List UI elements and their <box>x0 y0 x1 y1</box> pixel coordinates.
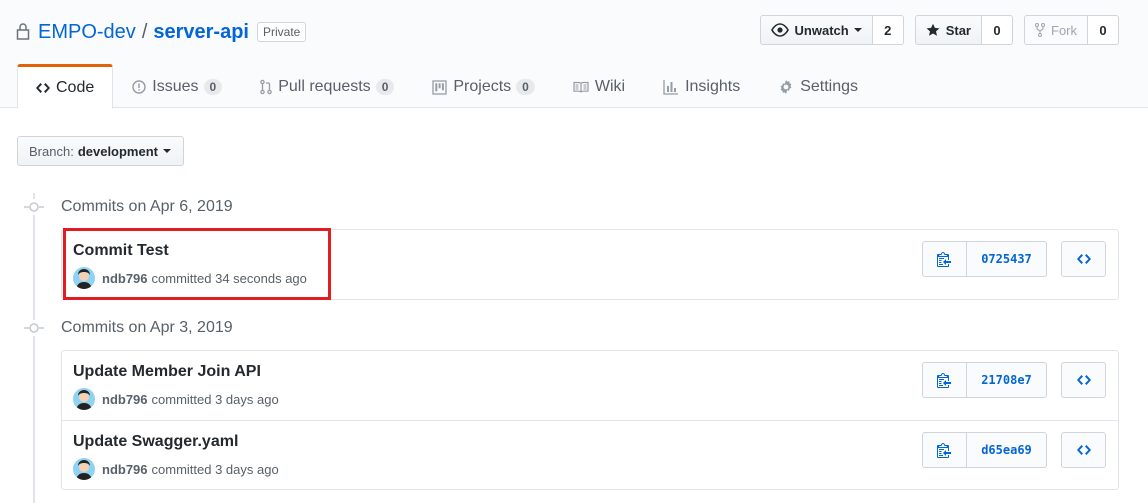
commit-title-link[interactable]: Update Swagger.yaml <box>73 433 238 451</box>
path-separator: / <box>141 20 148 43</box>
tab-issues[interactable]: Issues 0 <box>113 64 241 108</box>
tab-code-label: Code <box>56 78 95 96</box>
branch-prefix: Branch: <box>29 143 74 159</box>
tab-settings[interactable]: Settings <box>759 64 877 108</box>
code-icon <box>36 80 50 96</box>
fork-label: Fork <box>1051 22 1077 38</box>
fork-action: Fork 0 <box>1024 15 1119 45</box>
commit-dot-icon <box>24 199 44 215</box>
commit-author-link[interactable]: ndb796 <box>102 392 148 407</box>
highlight-annotation <box>63 228 331 300</box>
clippy-icon <box>937 372 953 388</box>
graph-icon <box>663 80 679 95</box>
repo-header: EMPO-dev / server-api Private Unwatch 2 … <box>0 0 1148 109</box>
commit-group-date: Commits on Apr 6, 2019 <box>61 198 233 215</box>
sha-group: 0725437 <box>922 241 1047 277</box>
gear-icon <box>780 80 792 94</box>
lock-icon <box>16 22 32 42</box>
unwatch-button[interactable]: Unwatch <box>759 15 873 45</box>
issue-icon <box>132 80 146 94</box>
projects-counter: 0 <box>516 79 535 95</box>
commit-sha-link[interactable]: 21708e7 <box>967 362 1047 398</box>
commit-sha-link[interactable]: d65ea69 <box>967 432 1047 468</box>
branch-select-button[interactable]: Branch: development <box>17 136 184 166</box>
commit-meta: ndb796 committed 3 days ago <box>73 458 279 480</box>
tab-issues-label: Issues <box>152 78 199 95</box>
book-icon <box>573 81 589 93</box>
chevron-down-icon <box>853 28 862 32</box>
commit-group-date: Commits on Apr 3, 2019 <box>61 319 233 336</box>
repo-nav-tabs: Code Issues 0 Pull requests 0 Projects 0… <box>17 64 877 109</box>
private-badge: Private <box>257 22 307 42</box>
commit-row: Update Member Join API ndb796 committed … <box>62 351 1118 420</box>
fork-button[interactable]: Fork <box>1024 15 1088 45</box>
clippy-icon <box>937 251 953 267</box>
commit-dot-icon <box>24 320 44 336</box>
repo-actions: Unwatch 2 Star 0 Fork 0 <box>749 15 1119 45</box>
avatar[interactable] <box>73 388 95 410</box>
stars-count[interactable]: 0 <box>982 15 1013 45</box>
star-action: Star 0 <box>914 15 1013 45</box>
issues-counter: 0 <box>203 79 223 95</box>
eye-icon <box>770 23 789 37</box>
pull-requests-counter: 0 <box>375 79 395 95</box>
pull-request-icon <box>260 79 272 95</box>
commit-time: committed 3 days ago <box>151 461 279 477</box>
branch-name: development <box>77 143 158 159</box>
commit-group-heading: Commits on Apr 3, 2019 <box>24 319 233 337</box>
star-icon <box>926 23 940 36</box>
commit-time: committed 3 days ago <box>151 391 279 407</box>
browse-repo-button[interactable] <box>1061 432 1106 468</box>
tab-wiki[interactable]: Wiki <box>554 64 644 108</box>
tab-insights[interactable]: Insights <box>644 64 759 108</box>
repo-name-link[interactable]: server-api <box>153 21 249 44</box>
tab-pull-requests-label: Pull requests <box>278 78 371 95</box>
browse-repo-button[interactable] <box>1061 362 1106 398</box>
tab-insights-label: Insights <box>685 78 741 95</box>
commit-row: Update Swagger.yaml ndb796 committed 3 d… <box>62 420 1118 489</box>
star-button[interactable]: Star <box>914 15 982 45</box>
code-icon <box>1077 372 1091 388</box>
commit-group-heading: Commits on Apr 6, 2019 <box>24 198 233 216</box>
tab-settings-label: Settings <box>800 78 859 95</box>
unwatch-label: Unwatch <box>794 22 849 38</box>
tab-pull-requests[interactable]: Pull requests 0 <box>241 64 413 108</box>
tab-code[interactable]: Code <box>17 64 114 109</box>
browse-repo-button[interactable] <box>1061 241 1106 277</box>
avatar[interactable] <box>73 458 95 480</box>
sha-group: 21708e7 <box>922 362 1047 398</box>
fork-icon <box>1035 23 1045 37</box>
watchers-count[interactable]: 2 <box>872 15 904 45</box>
code-icon <box>1077 251 1091 267</box>
forks-count[interactable]: 0 <box>1088 15 1119 45</box>
commit-author-link[interactable]: ndb796 <box>102 462 148 477</box>
commit-meta: ndb796 committed 3 days ago <box>73 388 279 410</box>
tab-projects-label: Projects <box>453 78 512 95</box>
code-icon <box>1077 442 1091 458</box>
sha-group: d65ea69 <box>922 432 1047 468</box>
commit-list: Update Member Join API ndb796 committed … <box>61 350 1119 490</box>
project-icon <box>432 79 448 95</box>
repo-owner-link[interactable]: EMPO-dev <box>38 21 136 44</box>
star-label: Star <box>945 22 971 38</box>
clippy-icon <box>937 442 953 458</box>
copy-sha-button[interactable] <box>922 241 967 277</box>
commit-title-link[interactable]: Update Member Join API <box>73 363 261 381</box>
copy-sha-button[interactable] <box>922 362 967 398</box>
commit-sha-link[interactable]: 0725437 <box>967 241 1047 277</box>
repo-title: EMPO-dev / server-api Private <box>16 20 307 44</box>
watch-action: Unwatch 2 <box>759 15 904 45</box>
timeline-line <box>33 193 35 503</box>
copy-sha-button[interactable] <box>922 432 967 468</box>
tab-wiki-label: Wiki <box>594 78 626 95</box>
tab-projects[interactable]: Projects 0 <box>413 64 553 108</box>
chevron-down-icon <box>163 149 171 153</box>
